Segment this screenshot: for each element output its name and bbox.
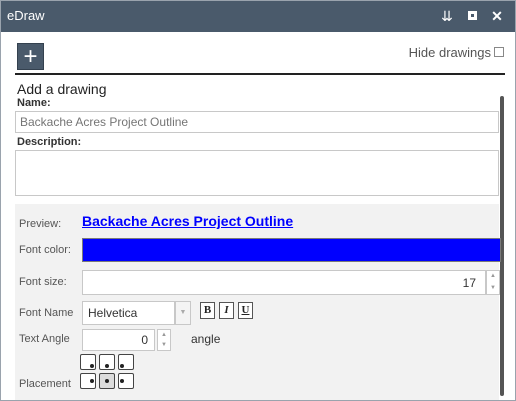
angle-unit-label: angle [191,332,221,346]
font-size-spinner[interactable]: ▲ ▼ [486,270,500,295]
placement-label: Placement [19,378,71,390]
add-drawing-button[interactable]: + [17,43,44,70]
placement-top-center[interactable] [99,354,115,370]
name-input[interactable] [15,111,499,133]
hide-drawings-label: Hide drawings [408,45,491,60]
description-label: Description: [17,136,82,148]
close-icon[interactable]: ✕ [488,7,506,25]
placement-top-right[interactable] [118,354,134,370]
text-angle-label: Text Angle [19,333,70,345]
preview-label: Preview: [19,218,62,230]
spinner-down-icon[interactable]: ▼ [158,340,170,350]
font-name-select[interactable]: Helvetica [82,301,175,325]
placement-top-left[interactable] [80,354,96,370]
font-color-swatch[interactable] [82,238,501,262]
maximize-icon[interactable] [463,7,481,25]
title-bar: eDraw ⇊ ✕ [1,1,515,32]
font-name-label: Font Name [19,307,74,319]
underline-button[interactable]: U [238,302,253,319]
description-input[interactable] [15,150,499,196]
chevron-down-icon[interactable]: ▼ [175,301,191,325]
placement-middle-center[interactable] [99,373,115,389]
edraw-window: eDraw ⇊ ✕ + Hide drawings Add a drawing … [0,0,516,401]
toolbar: + Hide drawings [15,43,505,75]
hide-drawings-checkbox[interactable] [494,47,504,57]
spinner-down-icon[interactable]: ▼ [487,283,499,295]
bold-button[interactable]: B [200,302,215,319]
placement-grid [78,354,142,400]
placement-middle-left[interactable] [80,373,96,389]
text-angle-input[interactable]: 0 [82,329,155,351]
preview-text: Backache Acres Project Outline [82,213,294,229]
placement-middle-right[interactable] [118,373,134,389]
name-label: Name: [17,97,51,109]
spinner-up-icon[interactable]: ▲ [487,271,499,283]
collapse-icon[interactable]: ⇊ [438,7,456,25]
style-panel: Preview: Backache Acres Project Outline … [15,204,501,400]
window-title: eDraw [7,8,45,23]
text-angle-spinner[interactable]: ▲ ▼ [157,329,171,351]
font-size-label: Font size: [19,276,67,288]
font-color-label: Font color: [19,244,71,256]
italic-button[interactable]: I [219,302,234,319]
spinner-up-icon[interactable]: ▲ [158,330,170,340]
section-title: Add a drawing [17,81,107,97]
font-size-input[interactable]: 17 [82,270,486,295]
